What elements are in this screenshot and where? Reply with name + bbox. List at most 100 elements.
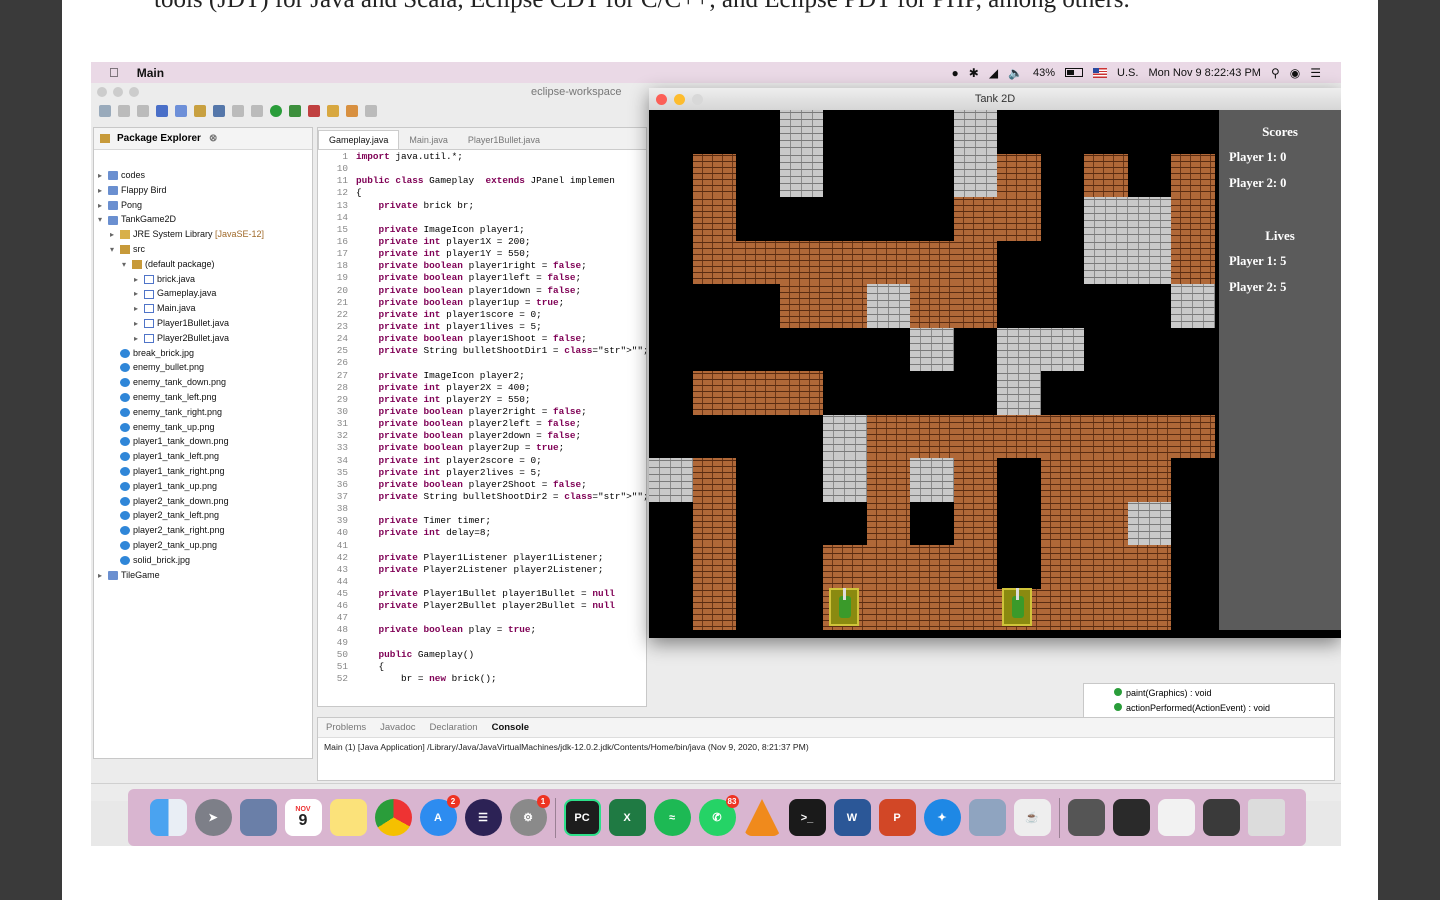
- debug-icon[interactable]: [175, 105, 187, 117]
- tree-item[interactable]: enemy_tank_up.png: [94, 420, 312, 435]
- tree-item[interactable]: ▸ Pong: [94, 198, 312, 213]
- finder-icon[interactable]: [149, 799, 187, 836]
- creative-cloud-icon[interactable]: ●: [952, 66, 959, 80]
- tree-item[interactable]: player2_tank_down.png: [94, 494, 312, 509]
- minimize-button[interactable]: [113, 87, 123, 97]
- external-tools-icon[interactable]: [213, 105, 225, 117]
- close-tab-icon[interactable]: ⊗: [209, 133, 217, 144]
- image-capture-icon[interactable]: [968, 799, 1006, 836]
- annotation-icon[interactable]: [365, 105, 377, 117]
- tree-item[interactable]: ▸ TileGame: [94, 568, 312, 583]
- new-icon[interactable]: [99, 105, 111, 117]
- battery-icon[interactable]: [1065, 68, 1084, 77]
- pycharm-icon[interactable]: PC: [563, 799, 601, 836]
- package-explorer-title[interactable]: Package Explorer: [117, 133, 201, 144]
- outline-item[interactable]: paint(Graphics) : void: [1114, 686, 1334, 701]
- spotify-icon[interactable]: ≈: [653, 799, 691, 836]
- tab-player1bullet-java[interactable]: Player1Bullet.java: [458, 131, 550, 149]
- terminal-app-icon[interactable]: >_: [788, 799, 826, 836]
- calendar-icon[interactable]: NOV 9: [284, 799, 322, 836]
- tree-item[interactable]: solid_brick.jpg: [94, 553, 312, 568]
- tab-javadoc[interactable]: Javadoc: [380, 722, 415, 733]
- code-area[interactable]: 1 import java.util.*; 10 11 public class Gam…: [318, 150, 646, 685]
- tree-item[interactable]: player1_tank_up.png: [94, 479, 312, 494]
- chevron-right-icon[interactable]: ▸: [98, 569, 108, 584]
- tree-item[interactable]: enemy_bullet.png: [94, 360, 312, 375]
- app-menu-name[interactable]: Main: [137, 66, 164, 80]
- tree-item[interactable]: enemy_tank_down.png: [94, 375, 312, 390]
- tank-zoom-button[interactable]: [692, 93, 703, 105]
- tree-item[interactable]: ▸ brick.java: [94, 272, 312, 287]
- preview-icon[interactable]: [239, 799, 277, 836]
- tree-item[interactable]: enemy_tank_left.png: [94, 390, 312, 405]
- app-store-icon[interactable]: A2: [419, 795, 460, 836]
- chevron-right-icon[interactable]: ▸: [98, 199, 108, 214]
- tab-console[interactable]: Console: [492, 722, 529, 733]
- tree-item[interactable]: ▸ Gameplay.java: [94, 286, 312, 301]
- tree-item[interactable]: player2_tank_left.png: [94, 508, 312, 523]
- spotlight-icon[interactable]: ⚲: [1271, 66, 1280, 80]
- run-config-icon[interactable]: [289, 105, 301, 117]
- whatsapp-icon[interactable]: ✆ 83: [698, 795, 739, 836]
- tree-item[interactable]: ▸ JRE System Library [JavaSE-12]: [94, 227, 312, 242]
- tree-item[interactable]: ▸ codes: [94, 168, 312, 183]
- tree-item[interactable]: player2_tank_right.png: [94, 523, 312, 538]
- tree-item[interactable]: player1_tank_left.png: [94, 449, 312, 464]
- tree-item[interactable]: player1_tank_right.png: [94, 464, 312, 479]
- powerpoint-icon[interactable]: P: [878, 799, 916, 836]
- us-flag-icon[interactable]: [1093, 67, 1108, 78]
- chevron-right-icon[interactable]: ▸: [98, 169, 108, 184]
- tree-item[interactable]: player2_tank_up.png: [94, 538, 312, 553]
- chevron-right-icon[interactable]: ▸: [134, 287, 144, 302]
- chevron-down-icon[interactable]: ▾: [122, 258, 132, 273]
- search-toolbar-icon[interactable]: [251, 105, 263, 117]
- outline-item[interactable]: actionPerformed(ActionEvent) : void: [1114, 701, 1334, 716]
- tank-close-button[interactable]: [656, 93, 667, 105]
- open-task-icon[interactable]: [346, 105, 358, 117]
- notification-center-icon[interactable]: ☰: [1310, 66, 1321, 80]
- tree-item[interactable]: break_brick.jpg: [94, 346, 312, 361]
- apple-icon[interactable]: : [109, 65, 119, 80]
- open-type-icon[interactable]: [327, 105, 339, 117]
- chrome-icon[interactable]: [374, 799, 412, 836]
- tree-item[interactable]: ▾ (default package): [94, 257, 312, 272]
- chevron-right-icon[interactable]: ▸: [98, 184, 108, 199]
- excel-icon[interactable]: X: [608, 799, 646, 836]
- safari-icon[interactable]: ✦: [923, 799, 961, 836]
- siri-icon[interactable]: ◉: [1290, 66, 1300, 80]
- notes-icon[interactable]: [329, 799, 367, 836]
- tab-problems[interactable]: Problems: [326, 722, 366, 733]
- tree-item[interactable]: ▾ src: [94, 242, 312, 257]
- wifi-icon[interactable]: ◢: [989, 66, 998, 80]
- minimized-window-4[interactable]: [1202, 799, 1240, 836]
- java-icon[interactable]: ☕: [1013, 799, 1051, 836]
- chevron-right-icon[interactable]: ▸: [134, 317, 144, 332]
- tank-minimize-button[interactable]: [674, 93, 685, 105]
- minimized-window-2[interactable]: [1112, 799, 1150, 836]
- chevron-right-icon[interactable]: ▸: [134, 273, 144, 288]
- tree-item[interactable]: ▸ Main.java: [94, 301, 312, 316]
- chevron-right-icon[interactable]: ▸: [110, 228, 120, 243]
- game-field[interactable]: [649, 110, 1215, 630]
- tree-item[interactable]: ▸ Flappy Bird: [94, 183, 312, 198]
- minimized-window-1[interactable]: [1067, 799, 1105, 836]
- tab-gameplay-java[interactable]: Gameplay.java: [318, 130, 400, 149]
- volume-icon[interactable]: 🔈: [1008, 66, 1023, 80]
- minimized-window-3[interactable]: [1157, 799, 1195, 836]
- tree-item[interactable]: ▸ Player2Bullet.java: [94, 331, 312, 346]
- terminal-icon[interactable]: [156, 105, 168, 117]
- close-button[interactable]: [97, 87, 107, 97]
- nav-icon[interactable]: [232, 105, 244, 117]
- trash-icon[interactable]: [1247, 799, 1285, 836]
- bluetooth-icon[interactable]: ✱: [969, 66, 979, 80]
- run-icon[interactable]: [270, 105, 282, 117]
- print-icon[interactable]: [137, 105, 149, 117]
- word-icon[interactable]: W: [833, 799, 871, 836]
- chevron-down-icon[interactable]: ▾: [98, 213, 108, 228]
- tab-main-java[interactable]: Main.java: [399, 131, 458, 149]
- tab-declaration[interactable]: Declaration: [430, 722, 478, 733]
- eclipse-icon[interactable]: ☰: [464, 799, 502, 836]
- chevron-right-icon[interactable]: ▸: [134, 302, 144, 317]
- chevron-right-icon[interactable]: ▸: [134, 332, 144, 347]
- clock[interactable]: Mon Nov 9 8:22:43 PM: [1148, 67, 1261, 79]
